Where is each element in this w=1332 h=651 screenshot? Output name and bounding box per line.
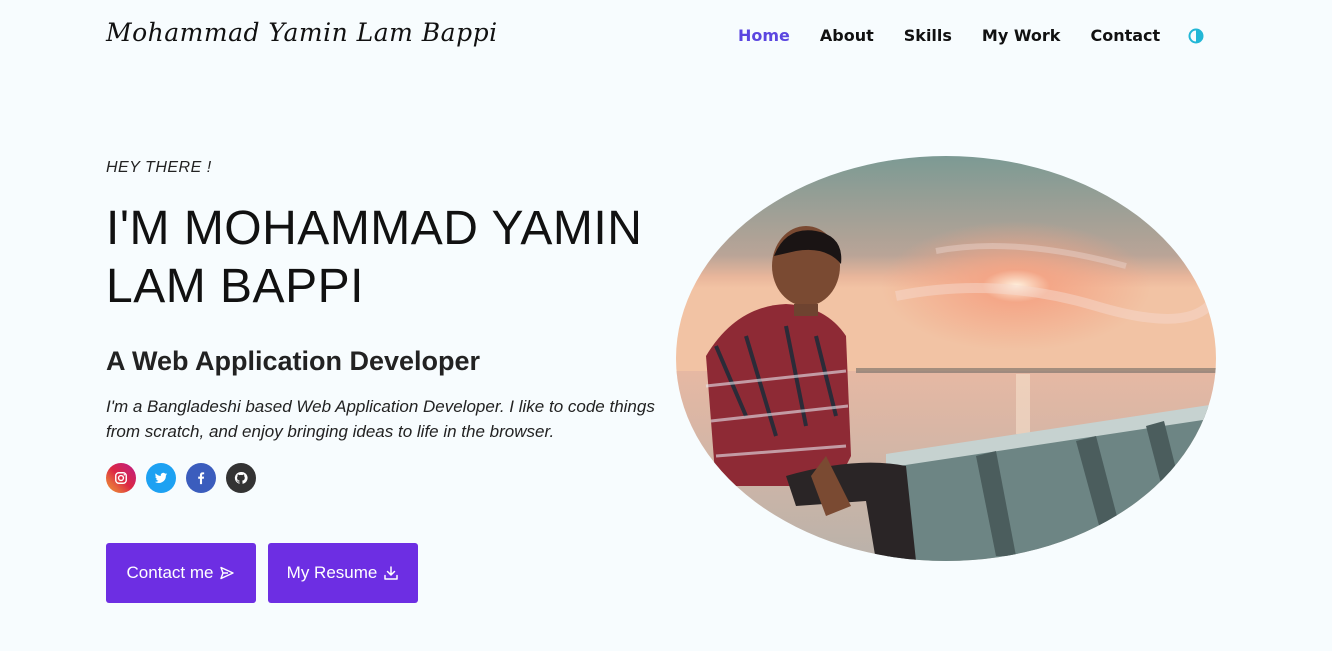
site-logo[interactable]: Mohammad Yamin Lam Bappi (106, 18, 498, 47)
download-icon (384, 566, 399, 580)
nav-about[interactable]: About (820, 26, 874, 45)
nav-my-work[interactable]: My Work (982, 26, 1061, 45)
my-resume-button[interactable]: My Resume (268, 543, 418, 603)
instagram-icon[interactable] (106, 463, 136, 493)
half-circle-icon[interactable] (1188, 28, 1204, 44)
my-resume-label: My Resume (286, 563, 378, 582)
hero-name: I'M MOHAMMAD YAMIN LAM BAPPI (106, 202, 643, 313)
main-nav: Home About Skills My Work Contact (738, 26, 1204, 45)
site-header: Mohammad Yamin Lam Bappi Home About Skil… (0, 0, 1332, 78)
contact-me-button[interactable]: Contact me (106, 543, 256, 603)
send-icon (220, 566, 235, 580)
github-icon[interactable] (226, 463, 256, 493)
hero-actions: Contact me My Resume (106, 543, 430, 603)
social-links (106, 463, 266, 493)
nav-contact[interactable]: Contact (1090, 26, 1160, 45)
nav-skills[interactable]: Skills (904, 26, 952, 45)
profile-photo (676, 156, 1216, 561)
contact-me-label: Contact me (126, 563, 214, 582)
nav-home[interactable]: Home (738, 26, 790, 45)
twitter-icon[interactable] (146, 463, 176, 493)
facebook-icon[interactable] (186, 463, 216, 493)
hero-bio: I'm a Bangladeshi based Web Application … (106, 397, 655, 441)
greeting-text: HEY THERE ! (106, 159, 212, 176)
hero-role: A Web Application Developer (106, 346, 481, 376)
